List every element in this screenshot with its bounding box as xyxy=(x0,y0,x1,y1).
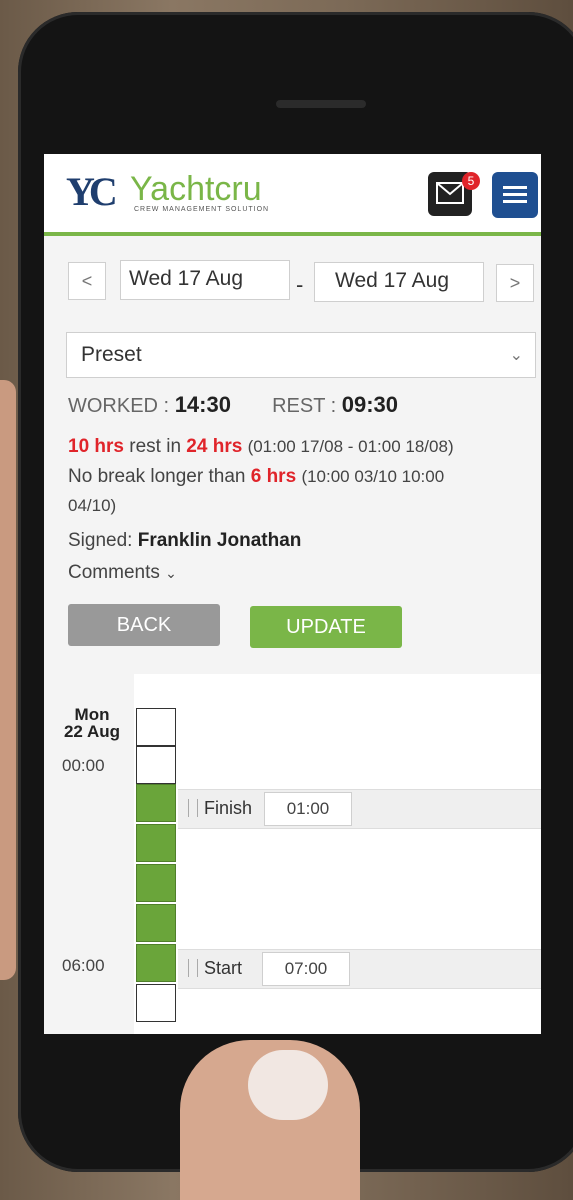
signed-line: Signed: Franklin Jonathan xyxy=(68,530,301,552)
hamburger-icon xyxy=(503,200,527,203)
break-range-1: (10:00 03/10 10:00 xyxy=(301,467,445,486)
time-cell[interactable] xyxy=(136,904,176,942)
next-date-button[interactable]: > xyxy=(496,264,534,302)
break-text: No break longer than xyxy=(68,466,246,487)
hamburger-icon xyxy=(503,193,527,196)
break-rule-line: No break longer than 6 hrs (10:00 03/10 … xyxy=(68,466,444,488)
fingernail xyxy=(248,1050,328,1120)
worked-label: WORKED : xyxy=(68,395,170,417)
rest-range: (01:00 17/08 - 01:00 18/08) xyxy=(247,437,454,456)
hamburger-icon xyxy=(503,186,527,189)
rest-hours: 10 hrs xyxy=(68,436,124,457)
logo-mark: YC xyxy=(66,169,118,214)
day-date: 22 Aug xyxy=(63,722,121,741)
update-button[interactable]: UPDATE xyxy=(250,606,402,648)
date-separator: - xyxy=(296,272,304,297)
app-header: YC Yachtcru CREW MANAGEMENT SOLUTION 5 xyxy=(44,154,541,236)
chevron-down-icon: ⌄ xyxy=(165,565,177,581)
logo-text: Yachtcru xyxy=(130,170,262,208)
prev-date-button[interactable]: < xyxy=(68,262,106,300)
messages-badge: 5 xyxy=(462,172,480,190)
time-label-0000: 00:00 xyxy=(62,756,105,775)
schedule-grid: Mon 22 Aug 00:00 06:00 Finish 01:00 Star… xyxy=(44,674,541,1034)
chevron-down-icon: ⌄ xyxy=(509,347,523,364)
worked-rest-summary: WORKED : 14:30 REST : 09:30 xyxy=(68,392,398,418)
logo-tagline: CREW MANAGEMENT SOLUTION xyxy=(134,206,270,213)
break-range-2: 04/10) xyxy=(68,496,117,515)
rest-label: REST : xyxy=(272,395,337,417)
rest-rule-line: 10 hrs rest in 24 hrs (01:00 17/08 - 01:… xyxy=(68,436,454,458)
finish-label: Finish xyxy=(204,798,253,818)
preset-value: Preset xyxy=(81,343,142,366)
time-label-0600: 06:00 xyxy=(62,956,105,975)
phone-speaker xyxy=(276,100,366,108)
time-cell[interactable] xyxy=(136,784,176,822)
hand-left xyxy=(0,380,16,980)
signed-label: Signed: xyxy=(68,530,133,551)
finish-time-input[interactable]: 01:00 xyxy=(264,792,352,826)
preset-select[interactable]: Preset ⌄ xyxy=(66,332,536,378)
time-cell[interactable] xyxy=(136,944,176,982)
rest-window: 24 hrs xyxy=(186,436,243,457)
start-time-input[interactable]: 07:00 xyxy=(262,952,350,986)
time-cell[interactable] xyxy=(136,746,176,784)
comments-label: Comments xyxy=(68,562,160,583)
back-button[interactable]: BACK xyxy=(68,604,220,646)
time-cell[interactable] xyxy=(136,984,176,1022)
drag-handle-icon[interactable] xyxy=(188,959,198,977)
day-name: Mon xyxy=(74,705,110,724)
time-cell[interactable] xyxy=(136,824,176,862)
worked-value: 14:30 xyxy=(174,392,231,417)
comments-toggle[interactable]: Comments ⌄ xyxy=(68,562,177,584)
menu-button[interactable] xyxy=(492,172,538,218)
day-header: Mon 22 Aug xyxy=(52,706,132,740)
break-hours: 6 hrs xyxy=(250,466,297,487)
start-label: Start xyxy=(204,958,243,978)
rest-in-text: rest in xyxy=(129,436,182,457)
from-date-input[interactable]: Wed 17 Aug xyxy=(120,260,290,300)
rest-value: 09:30 xyxy=(341,392,399,417)
app-screen: YC Yachtcru CREW MANAGEMENT SOLUTION 5 <… xyxy=(44,154,541,1034)
time-cell[interactable] xyxy=(136,708,176,746)
drag-handle-icon[interactable] xyxy=(188,799,198,817)
envelope-icon xyxy=(436,182,464,204)
signed-name: Franklin Jonathan xyxy=(137,530,302,551)
time-cell[interactable] xyxy=(136,864,176,902)
to-date-input[interactable]: Wed 17 Aug xyxy=(314,262,484,302)
